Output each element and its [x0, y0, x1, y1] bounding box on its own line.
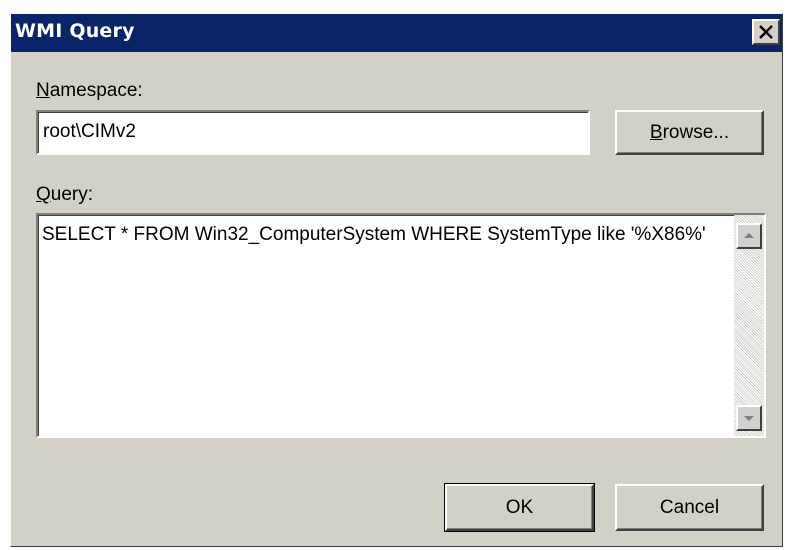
browse-button[interactable]: Browse... [615, 110, 764, 155]
browse-button-accesskey: B [649, 122, 663, 143]
query-label-text: uery: [50, 184, 94, 205]
scroll-up-arrow-icon [744, 233, 754, 238]
cancel-button-label: Cancel [659, 497, 720, 518]
scroll-down-arrow-icon [744, 416, 754, 421]
query-text[interactable]: SELECT * FROM Win32_ComputerSystem WHERE… [42, 223, 722, 246]
namespace-label: Namespace: [36, 80, 143, 102]
namespace-input[interactable] [41, 115, 585, 149]
close-icon [759, 25, 773, 39]
ok-button-label: OK [505, 497, 534, 518]
namespace-label-accesskey: N [36, 80, 50, 101]
query-label: Query: [36, 184, 93, 206]
close-button[interactable] [752, 19, 780, 45]
title-bar[interactable]: WMI Query [11, 14, 782, 52]
ok-button[interactable]: OK [445, 484, 594, 531]
browse-button-label: rowse... [662, 122, 730, 143]
query-scrollbar[interactable] [734, 215, 764, 436]
cancel-button[interactable]: Cancel [615, 484, 764, 531]
query-textarea[interactable]: SELECT * FROM Win32_ComputerSystem WHERE… [36, 213, 766, 438]
query-label-accesskey: Q [36, 184, 51, 205]
scroll-down-button[interactable] [736, 405, 762, 431]
window-title: WMI Query [15, 20, 135, 42]
wmi-query-dialog: WMI Query Namespace: Browse... Query: SE… [10, 13, 783, 547]
scroll-up-button[interactable] [736, 223, 762, 249]
namespace-field[interactable] [36, 110, 590, 155]
namespace-label-text: amespace: [49, 80, 143, 101]
